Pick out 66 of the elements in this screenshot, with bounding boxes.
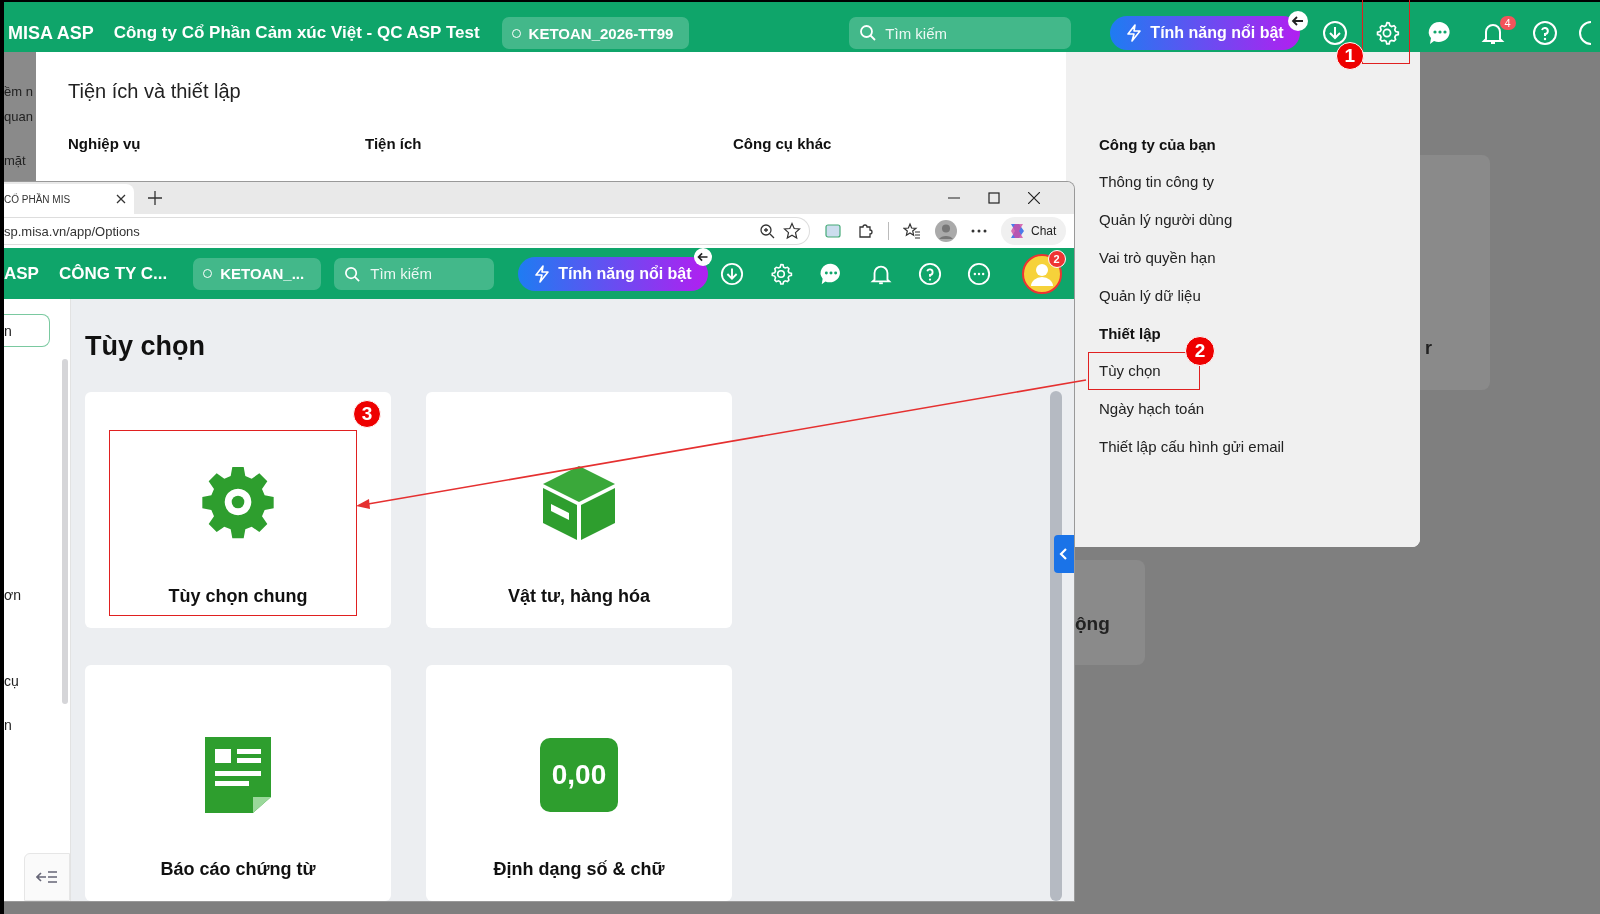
document-icon [203,735,273,815]
column-heading: Công cụ khác [733,135,833,152]
background-text: quan [4,109,33,124]
menu-item[interactable]: Ngày hạch toán [1099,400,1205,417]
menu-item[interactable]: Vai trò quyền hạn [1099,249,1216,266]
star-icon[interactable] [783,222,801,241]
download-icon[interactable] [1321,20,1348,46]
scrollbar[interactable] [1050,391,1062,901]
section-heading: Thiết lập [1099,325,1161,342]
collapse-button[interactable] [24,853,70,901]
notification-badge: 2 [1047,249,1066,268]
section-heading: Công ty của bạn [1099,136,1216,153]
background-text: r [1425,338,1432,359]
background-text: ềm n [4,84,33,99]
lightning-icon [534,264,551,283]
option-card[interactable]: Tùy chọn chung 3 [85,392,391,628]
notification-badge: 4 [1499,16,1516,30]
search-icon [344,265,362,283]
expand-tab[interactable] [1054,535,1074,573]
sidebar-item[interactable]: ơn [4,587,21,603]
collapse-icon [36,869,58,885]
popup-title: Tiện ích và thiết lập [68,80,242,103]
background-text: ộng [1075,613,1110,635]
sidebar-item[interactable]: n [4,717,12,733]
puzzle-icon[interactable] [856,222,874,241]
step-badge: 2 [1185,336,1215,366]
step-badge: 3 [353,400,381,428]
sidebar-item[interactable]: cụ [4,673,19,689]
settings-icon[interactable] [768,261,793,286]
menu-item[interactable]: Quản lý người dùng [1099,211,1233,228]
zoom-icon[interactable] [759,223,775,240]
close-icon[interactable] [116,194,126,205]
page-title: Tùy chọn [85,331,206,362]
column-heading: Tiện ích [365,135,423,152]
avatar-icon[interactable] [1021,253,1062,294]
company-name: Công ty Cổ Phần Cảm xúc Việt - QC ASP Test [113,23,480,43]
lightning-icon [1126,24,1143,42]
background-text: mặt [4,153,26,168]
profile-icon[interactable] [935,220,957,243]
column-heading: Nghiệp vụ [68,135,142,152]
new-tab-icon[interactable] [148,191,162,206]
maximize-icon[interactable] [988,192,1000,205]
search-icon [859,24,878,42]
brand-name: MISA ASP [8,22,94,44]
favorites-icon[interactable] [903,222,921,241]
company-name: CÔNG TY C... [58,263,168,284]
option-card[interactable]: Báo cáo chứng từ [85,665,391,901]
feature-button[interactable]: Tính năng nổi bật [1110,16,1300,50]
extension-icon[interactable] [824,222,842,241]
menu-item[interactable]: Thiết lập cấu hình gửi email [1099,438,1285,455]
chat-button[interactable]: Chat [1001,217,1067,246]
feature-button[interactable]: Tính năng nổi bật [518,256,708,291]
close-icon[interactable] [1028,192,1040,205]
option-card[interactable]: 0,00 Định dạng số & chữ [426,665,732,901]
help-icon[interactable] [917,261,942,286]
sidebar-button[interactable]: n [4,314,50,347]
browser-tab[interactable]: CỔ PHẦN MIS [4,184,134,215]
download-icon[interactable] [719,261,744,286]
chevron-left-icon [1059,547,1069,561]
brand-name: ASP [4,263,39,284]
help-icon[interactable] [1531,20,1558,46]
number-format-icon: 0,00 [540,738,618,812]
menu-item[interactable]: Tùy chọn [1099,362,1161,379]
menu-item[interactable]: Thông tin công ty [1099,173,1215,190]
menu-item[interactable]: Quản lý dữ liệu [1099,287,1201,304]
option-card[interactable]: Vật tư, hàng hóa [426,392,732,628]
